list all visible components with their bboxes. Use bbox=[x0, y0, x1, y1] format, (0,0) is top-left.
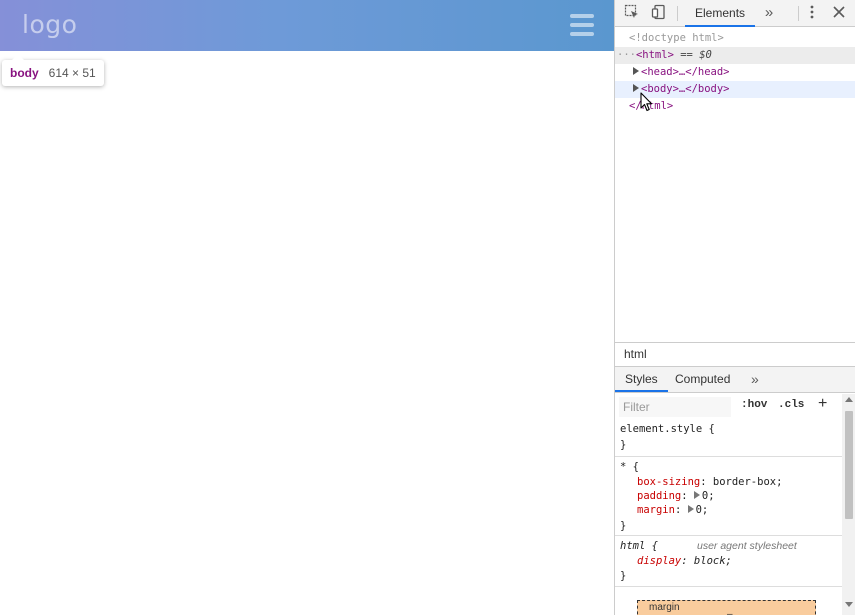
devtools-toolbar: Elements » bbox=[615, 0, 855, 27]
hamburger-menu-icon[interactable] bbox=[570, 14, 596, 36]
declaration-box-sizing[interactable]: box-sizing: border-box; bbox=[637, 475, 782, 489]
style-rules: element.style { } * { box-sizing: border… bbox=[615, 420, 842, 615]
tab-styles[interactable]: Styles bbox=[615, 367, 668, 392]
declaration-display: display: block; bbox=[637, 555, 732, 567]
declaration-margin[interactable]: margin: 0; bbox=[637, 503, 708, 517]
toolbar-divider bbox=[798, 6, 799, 21]
site-header: logo bbox=[0, 0, 614, 51]
scroll-down-arrow-icon[interactable] bbox=[845, 602, 853, 607]
styles-filter-row: :hov .cls + bbox=[615, 394, 842, 420]
mouse-cursor-icon bbox=[640, 92, 653, 112]
inspect-tooltip: body 614 × 51 bbox=[2, 54, 104, 86]
rule-element-style: element.style { } bbox=[615, 420, 842, 457]
tab-elements[interactable]: Elements bbox=[685, 0, 756, 27]
box-model-margin: margin – bbox=[637, 600, 816, 615]
breadcrumb: html bbox=[615, 342, 855, 367]
hov-toggle-button[interactable]: :hov bbox=[741, 399, 767, 411]
tooltip-dimensions: 614 × 51 bbox=[48, 66, 96, 80]
user-agent-stylesheet-label: user agent stylesheet bbox=[697, 540, 797, 552]
scrollbar-thumb[interactable] bbox=[845, 411, 853, 519]
dom-tree: <!doctype html> ···<html> == $0 <head>…<… bbox=[615, 28, 855, 342]
declaration-padding[interactable]: padding: 0; bbox=[637, 489, 715, 503]
styles-scrollbar[interactable] bbox=[842, 394, 855, 615]
styles-filter-input[interactable] bbox=[619, 397, 731, 417]
rule-html-useragent: html { user agent stylesheet display: bl… bbox=[615, 536, 842, 587]
page-viewport: logo body 614 × 51 bbox=[0, 0, 614, 615]
expand-triangle-icon[interactable] bbox=[633, 67, 639, 75]
cls-toggle-button[interactable]: .cls bbox=[778, 399, 804, 411]
close-icon[interactable] bbox=[830, 4, 848, 22]
toolbar-divider bbox=[677, 6, 678, 21]
scroll-up-arrow-icon[interactable] bbox=[845, 397, 853, 402]
kebab-menu-icon[interactable] bbox=[803, 4, 821, 22]
chevron-double-right-icon[interactable]: » bbox=[760, 4, 778, 22]
device-toolbar-icon[interactable] bbox=[650, 4, 668, 22]
dom-doctype[interactable]: <!doctype html> bbox=[615, 30, 855, 47]
dom-head-node[interactable]: <head>…</head> bbox=[615, 64, 855, 81]
tooltip-tag: body bbox=[10, 66, 39, 80]
dom-html-node[interactable]: ···<html> == $0 bbox=[615, 47, 855, 64]
tab-computed[interactable]: Computed bbox=[665, 367, 740, 392]
breadcrumb-html[interactable]: html bbox=[624, 347, 647, 361]
new-style-rule-button[interactable]: + bbox=[818, 395, 827, 413]
expand-triangle-icon[interactable] bbox=[633, 84, 639, 92]
logo[interactable]: logo bbox=[22, 10, 77, 39]
chevron-double-right-icon[interactable]: » bbox=[741, 367, 769, 392]
styles-tabbar: Styles Computed » bbox=[615, 367, 855, 393]
inspect-element-icon[interactable] bbox=[623, 4, 641, 22]
rule-universal: * { box-sizing: border-box; padding: 0; … bbox=[615, 457, 842, 536]
